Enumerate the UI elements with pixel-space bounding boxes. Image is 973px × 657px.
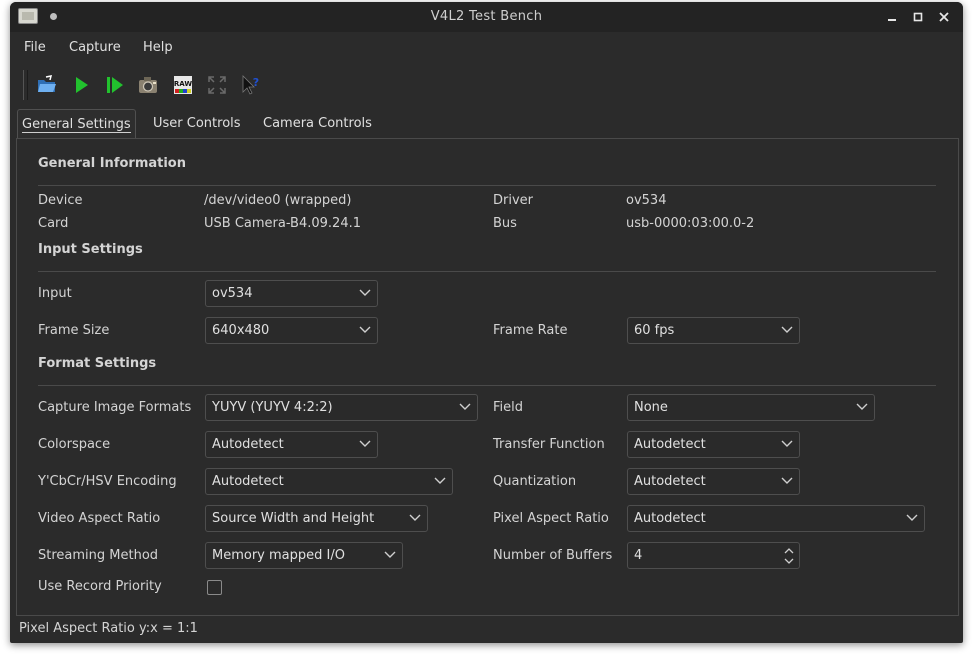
chevron-down-icon xyxy=(906,514,918,521)
field-label: Field xyxy=(493,400,524,415)
toolbar-grip[interactable] xyxy=(23,70,28,100)
colorspace-select[interactable]: Autodetect xyxy=(205,431,378,458)
maximize-icon[interactable] xyxy=(909,8,927,26)
step-play-icon[interactable] xyxy=(104,74,126,96)
transfer-function-label: Transfer Function xyxy=(493,437,605,452)
pixel-aspect-value: Autodetect xyxy=(634,511,706,526)
chevron-down-icon xyxy=(856,403,868,410)
encoding-label: Y'CbCr/HSV Encoding xyxy=(38,474,177,489)
chevron-down-icon xyxy=(409,514,421,521)
input-select-value: ov534 xyxy=(212,286,253,301)
menu-bar: File Capture Help xyxy=(10,32,963,62)
record-priority-checkbox[interactable] xyxy=(207,580,222,595)
title-bar: V4L2 Test Bench xyxy=(10,2,963,32)
video-aspect-value: Source Width and Height xyxy=(212,511,375,526)
transfer-function-select[interactable]: Autodetect xyxy=(627,431,800,458)
chevron-down-icon xyxy=(359,440,371,447)
quantization-select[interactable]: Autodetect xyxy=(627,468,800,495)
frame-rate-value: 60 fps xyxy=(634,323,675,338)
streaming-method-select[interactable]: Memory mapped I/O xyxy=(205,542,403,569)
encoding-select[interactable]: Autodetect xyxy=(205,468,453,495)
video-aspect-label: Video Aspect Ratio xyxy=(38,511,161,526)
frame-size-value: 640x480 xyxy=(212,323,270,338)
frame-rate-label: Frame Rate xyxy=(493,323,568,338)
tab-general-settings[interactable]: General Settings xyxy=(17,109,136,139)
input-select[interactable]: ov534 xyxy=(205,280,378,307)
colorspace-label: Colorspace xyxy=(38,437,111,452)
divider xyxy=(38,271,936,272)
divider xyxy=(38,185,936,186)
general-settings-panel: General Information Device /dev/video0 (… xyxy=(16,138,959,616)
encoding-value: Autodetect xyxy=(212,474,284,489)
minimize-icon[interactable] xyxy=(883,8,901,26)
chevron-down-icon xyxy=(434,477,446,484)
quantization-value: Autodetect xyxy=(634,474,706,489)
section-format-settings: Format Settings xyxy=(38,356,157,371)
capture-formats-select[interactable]: YUYV (YUYV 4:2:2) xyxy=(205,394,478,421)
quantization-label: Quantization xyxy=(493,474,577,489)
section-input-settings: Input Settings xyxy=(38,242,143,257)
capture-formats-label: Capture Image Formats xyxy=(38,400,192,415)
fullscreen-icon[interactable] xyxy=(206,74,228,96)
streaming-method-label: Streaming Method xyxy=(38,548,159,563)
svg-text:?: ? xyxy=(253,76,259,89)
status-text: Pixel Aspect Ratio y:x = 1:1 xyxy=(19,621,198,636)
open-icon[interactable] xyxy=(36,74,58,96)
menu-capture[interactable]: Capture xyxy=(69,40,121,55)
capture-formats-value: YUYV (YUYV 4:2:2) xyxy=(212,400,333,415)
video-aspect-select[interactable]: Source Width and Height xyxy=(205,505,428,532)
colorspace-value: Autodetect xyxy=(212,437,284,452)
menu-help[interactable]: Help xyxy=(143,40,173,55)
chevron-down-icon xyxy=(384,551,396,558)
frame-size-select[interactable]: 640x480 xyxy=(205,317,378,344)
pixel-aspect-select[interactable]: Autodetect xyxy=(627,505,925,532)
field-select[interactable]: None xyxy=(627,394,875,421)
status-bar: Pixel Aspect Ratio y:x = 1:1 xyxy=(10,614,963,643)
field-value: None xyxy=(634,400,668,415)
divider xyxy=(38,385,936,386)
device-label: Device xyxy=(38,193,83,208)
buffers-value: 4 xyxy=(634,548,643,563)
streaming-method-value: Memory mapped I/O xyxy=(212,548,345,563)
chevron-down-icon xyxy=(459,403,471,410)
whats-this-icon[interactable]: ? xyxy=(240,74,262,96)
chevron-down-icon xyxy=(781,477,793,484)
camera-icon[interactable] xyxy=(137,74,159,96)
app-window: V4L2 Test Bench File Capture Help RAW ? … xyxy=(10,2,963,643)
input-label: Input xyxy=(38,286,72,301)
card-label: Card xyxy=(38,216,69,231)
tab-bar: General Settings User Controls Camera Co… xyxy=(10,109,963,139)
tab-label: General Settings xyxy=(22,117,131,133)
chevron-down-icon xyxy=(781,326,793,333)
bus-label: Bus xyxy=(493,216,517,231)
chevron-down-icon xyxy=(359,289,371,296)
play-icon[interactable] xyxy=(70,74,92,96)
driver-value: ov534 xyxy=(626,193,667,208)
svg-text:RAW: RAW xyxy=(174,80,192,88)
section-general-information: General Information xyxy=(38,156,186,171)
window-title: V4L2 Test Bench xyxy=(430,9,543,24)
buffers-spinbox[interactable]: 4 xyxy=(627,542,800,569)
close-icon[interactable] xyxy=(935,8,953,26)
chevron-down-icon xyxy=(781,440,793,447)
tab-user-controls[interactable]: User Controls xyxy=(149,111,245,137)
record-priority-label: Use Record Priority xyxy=(38,579,162,594)
frame-rate-select[interactable]: 60 fps xyxy=(627,317,800,344)
transfer-function-value: Autodetect xyxy=(634,437,706,452)
raw-icon[interactable]: RAW xyxy=(172,74,194,96)
chevron-down-icon xyxy=(359,326,371,333)
menu-file[interactable]: File xyxy=(24,40,46,55)
bus-value: usb-0000:03:00.0-2 xyxy=(626,216,755,231)
device-value: /dev/video0 (wrapped) xyxy=(204,193,352,208)
spin-arrows-icon[interactable] xyxy=(784,546,794,566)
card-value: USB Camera-B4.09.24.1 xyxy=(204,216,362,231)
driver-label: Driver xyxy=(493,193,534,208)
tab-camera-controls[interactable]: Camera Controls xyxy=(259,111,376,137)
toolbar: RAW ? xyxy=(10,66,963,104)
pixel-aspect-label: Pixel Aspect Ratio xyxy=(493,511,609,526)
frame-size-label: Frame Size xyxy=(38,323,110,338)
buffers-label: Number of Buffers xyxy=(493,548,613,563)
